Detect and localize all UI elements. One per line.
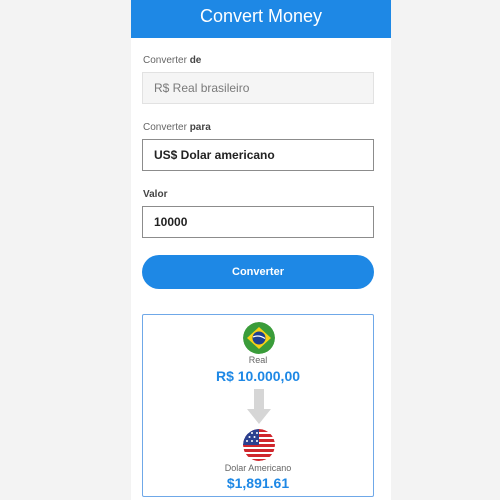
amount-input[interactable]: 10000 <box>142 206 374 238</box>
to-currency-name: Dolar Americano <box>224 463 292 473</box>
from-label-suffix: de <box>189 55 202 66</box>
amount-label: Valor <box>143 189 167 200</box>
from-label-prefix: Converter <box>143 55 187 66</box>
to-currency-label: Converter para <box>143 122 211 133</box>
arrow-down-icon <box>247 387 271 425</box>
convert-button-label: Converter <box>232 266 284 278</box>
usa-flag-icon <box>243 429 275 461</box>
to-amount: $1,891.61 <box>226 475 290 491</box>
from-currency-name: Real <box>248 355 268 365</box>
app-title: Convert Money <box>199 6 323 26</box>
from-currency-select[interactable]: R$ Real brasileiro <box>142 72 374 104</box>
from-currency-value: R$ Real brasileiro <box>154 81 250 95</box>
from-currency-label: Converter de <box>143 55 201 66</box>
converter-panel: Convert Money Converter de R$ Real brasi… <box>131 0 391 500</box>
convert-button[interactable]: Converter <box>142 255 374 289</box>
to-currency-value: US$ Dolar americano <box>154 148 275 162</box>
app-header: Convert Money <box>131 0 391 38</box>
amount-label-text: Valor <box>143 189 168 200</box>
brazil-flag-icon <box>243 322 275 354</box>
from-amount: R$ 10.000,00 <box>215 368 301 384</box>
result-card: Real R$ 10.000,00 Dolar Americano $1,891… <box>142 314 374 497</box>
amount-value: 10000 <box>154 215 188 229</box>
to-label-prefix: Converter <box>143 122 187 133</box>
to-label-suffix: para <box>189 122 211 133</box>
to-currency-select[interactable]: US$ Dolar americano <box>142 139 374 171</box>
